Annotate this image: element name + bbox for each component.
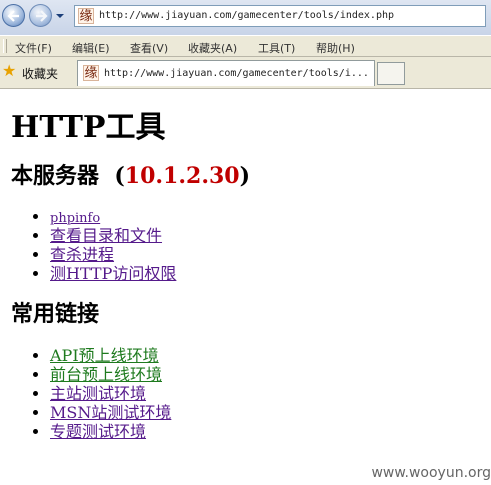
link-main-site-test[interactable]: 主站测试环境	[50, 384, 146, 403]
bullet-icon	[33, 391, 38, 396]
address-toolbar: 缘 http://www.jiayuan.com/gamecenter/tool…	[0, 0, 491, 35]
tab-favicon-icon: 缘	[83, 65, 99, 81]
link-view-directory[interactable]: 查看目录和文件	[50, 226, 162, 245]
menu-tools[interactable]: 工具(T)	[258, 40, 295, 56]
forward-arrow-icon	[36, 10, 48, 22]
bullet-icon	[33, 372, 38, 377]
bullet-icon	[33, 353, 38, 358]
list-item: 查杀进程	[11, 245, 176, 264]
link-frontend-prerelease[interactable]: 前台预上线环境	[50, 365, 162, 384]
tab-current[interactable]: 缘 http://www.jiayuan.com/gamecenter/tool…	[77, 60, 375, 86]
list-item: 测HTTP访问权限	[11, 264, 176, 283]
favorites-label: 收藏夹	[22, 67, 59, 81]
server-links-list: phpinfo 查看目录和文件 查杀进程 测HTTP访问权限	[11, 207, 176, 283]
list-item: phpinfo	[11, 207, 176, 226]
link-kill-process[interactable]: 查杀进程	[50, 245, 114, 264]
history-dropdown-icon[interactable]	[55, 11, 65, 21]
menu-bar: 文件(F) 编辑(E) 查看(V) 收藏夹(A) 工具(T) 帮助(H)	[0, 35, 491, 57]
common-links-list: API预上线环境 前台预上线环境 主站测试环境 MSN站测试环境 专题测试环境	[11, 346, 171, 441]
menu-view[interactable]: 查看(V)	[130, 40, 168, 56]
server-heading: 本服务器 (10.1.2.30)	[11, 158, 250, 190]
address-url[interactable]: http://www.jiayuan.com/gamecenter/tools/…	[99, 10, 394, 21]
menu-favorites[interactable]: 收藏夹(A)	[188, 40, 237, 56]
menu-edit[interactable]: 编辑(E)	[72, 40, 110, 56]
tab-title: http://www.jiayuan.com/gamecenter/tools/…	[104, 68, 369, 79]
back-arrow-icon	[7, 10, 19, 22]
bullet-icon	[33, 252, 38, 257]
links-heading: 常用链接	[11, 301, 100, 327]
menu-grip	[3, 39, 7, 53]
list-item: API预上线环境	[11, 346, 171, 365]
list-item: 前台预上线环境	[11, 365, 171, 384]
link-topic-test[interactable]: 专题测试环境	[50, 422, 146, 441]
list-item: 主站测试环境	[11, 384, 171, 403]
link-msn-site-test[interactable]: MSN站测试环境	[50, 403, 171, 422]
star-icon: ★	[2, 61, 17, 80]
tab-bar: ★ 收藏夹 缘 http://www.jiayuan.com/gamecente…	[0, 57, 491, 89]
menu-file[interactable]: 文件(F)	[15, 40, 52, 56]
forward-button[interactable]	[29, 4, 52, 27]
server-ip: 10.1.2.30	[124, 163, 240, 189]
watermark: www.wooyun.org	[371, 465, 491, 481]
server-heading-label: 本服务器	[11, 163, 100, 189]
site-favicon-icon: 缘	[78, 8, 94, 24]
bullet-icon	[33, 271, 38, 276]
link-phpinfo[interactable]: phpinfo	[50, 211, 100, 226]
bullet-icon	[33, 410, 38, 415]
bullet-icon	[33, 214, 38, 219]
back-button[interactable]	[2, 4, 25, 27]
menu-help[interactable]: 帮助(H)	[316, 40, 355, 56]
list-item: 查看目录和文件	[11, 226, 176, 245]
list-item: 专题测试环境	[11, 422, 171, 441]
server-ip-group: (10.1.2.30)	[106, 163, 251, 189]
bullet-icon	[33, 429, 38, 434]
link-test-http-permission[interactable]: 测HTTP访问权限	[50, 264, 176, 283]
link-api-prerelease[interactable]: API预上线环境	[50, 346, 159, 365]
page-title: HTTP工具	[11, 110, 166, 145]
address-bar[interactable]: 缘 http://www.jiayuan.com/gamecenter/tool…	[74, 5, 486, 27]
bullet-icon	[33, 233, 38, 238]
new-tab-button[interactable]	[377, 62, 405, 85]
list-item: MSN站测试环境	[11, 403, 171, 422]
